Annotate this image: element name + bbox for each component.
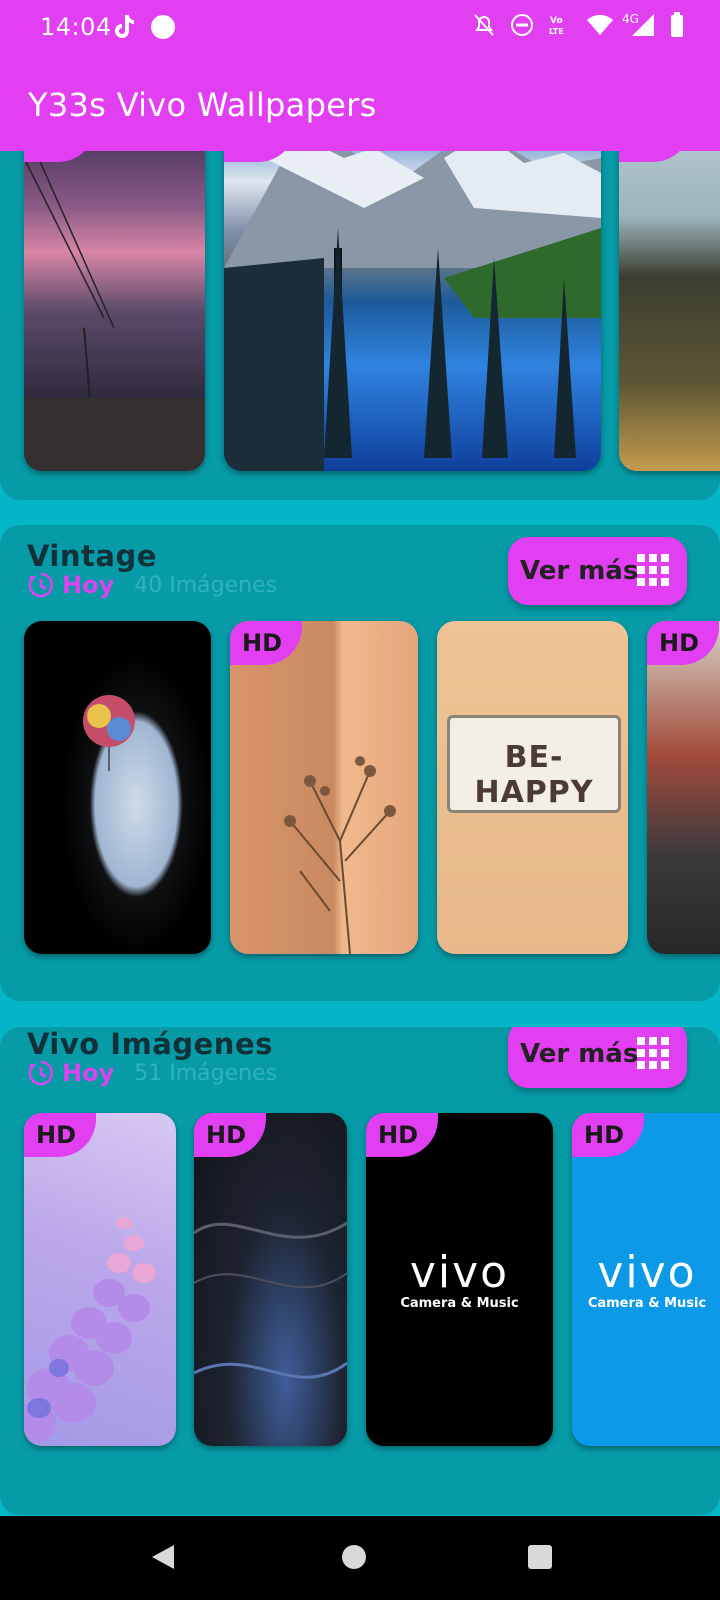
tiktok-icon	[115, 15, 134, 38]
battery-icon	[671, 12, 683, 37]
wallpaper-image	[224, 128, 601, 471]
hd-badge: HD	[572, 1113, 644, 1157]
wallpaper-tile[interactable]: HD	[24, 1113, 176, 1446]
wallpaper-image	[284, 756, 396, 954]
hd-badge: HD	[366, 1113, 438, 1157]
section-card-vintage: Vintage Hoy 40 Imágenes Ver más HD BE-HA…	[0, 525, 720, 1001]
signal-4g-icon: 4G	[622, 12, 656, 38]
home-icon[interactable]	[341, 1544, 367, 1570]
image-count: 40 Imágenes	[134, 572, 278, 598]
navigation-bar	[0, 1516, 720, 1600]
section-card-top: HD HD HD	[0, 110, 720, 500]
wallpaper-tile[interactable]: HD	[230, 621, 418, 954]
recents-icon[interactable]	[527, 1544, 553, 1570]
hd-badge: HD	[647, 621, 719, 665]
back-icon[interactable]	[150, 1544, 176, 1570]
grid-icon	[637, 554, 669, 586]
dot-icon	[151, 15, 175, 39]
wallpaper-tile[interactable]: HD	[224, 118, 601, 471]
wallpaper-tile[interactable]: HD	[24, 118, 205, 471]
history-icon	[28, 572, 54, 598]
section-card-vivo: Vivo Imágenes Hoy 51 Imágenes Ver más HD…	[0, 1027, 720, 1515]
status-bar: 14:04 Vo LTE 4G	[0, 0, 720, 56]
app-bar: 14:04 Vo LTE 4G Y33s Vivo Wallpapers	[0, 0, 720, 151]
app-title: Y33s Vivo Wallpapers	[28, 86, 377, 124]
wallpaper-tile[interactable]	[24, 621, 211, 954]
svg-text:LTE: LTE	[549, 27, 564, 36]
wallpaper-tile[interactable]: HD	[647, 621, 720, 954]
wallpaper-tile[interactable]: vivo Camera & Music HD	[572, 1113, 720, 1446]
wallpaper-tile[interactable]: HD	[619, 118, 720, 471]
history-icon	[28, 1060, 54, 1086]
wallpaper-tile[interactable]: vivo Camera & Music HD	[366, 1113, 553, 1446]
dnd-icon	[511, 14, 533, 36]
license-plate: BE-HAPPY	[447, 715, 621, 813]
status-time: 14:04	[40, 13, 112, 41]
date-label: Hoy	[62, 571, 115, 599]
section-title: Vintage	[27, 539, 157, 573]
wallpaper-image	[194, 1221, 347, 1379]
mute-icon	[474, 14, 494, 36]
plate-text: BE-HAPPY	[474, 740, 594, 810]
wifi-icon	[587, 14, 613, 35]
section-title: Vivo Imágenes	[27, 1027, 273, 1061]
wallpaper-image	[24, 1217, 156, 1443]
wallpaper-image	[83, 695, 135, 771]
date-label: Hoy	[62, 1059, 115, 1087]
ver-mas-button[interactable]: Ver más	[508, 1027, 687, 1088]
vivo-logo: vivo Camera & Music	[400, 1247, 519, 1311]
section-meta: Hoy 51 Imágenes	[28, 1059, 277, 1087]
volte-icon: Vo LTE	[549, 16, 564, 36]
section-meta: Hoy 40 Imágenes	[28, 571, 277, 599]
wallpaper-image	[24, 147, 205, 471]
wallpaper-tile[interactable]: BE-HAPPY	[437, 621, 628, 954]
wallpaper-tile[interactable]: HD	[194, 1113, 347, 1446]
ver-mas-button[interactable]: Ver más	[508, 537, 687, 605]
svg-text:Vo: Vo	[550, 16, 563, 26]
vivo-logo: vivo Camera & Music	[587, 1247, 707, 1311]
image-count: 51 Imágenes	[134, 1060, 278, 1086]
grid-icon	[637, 1037, 669, 1069]
